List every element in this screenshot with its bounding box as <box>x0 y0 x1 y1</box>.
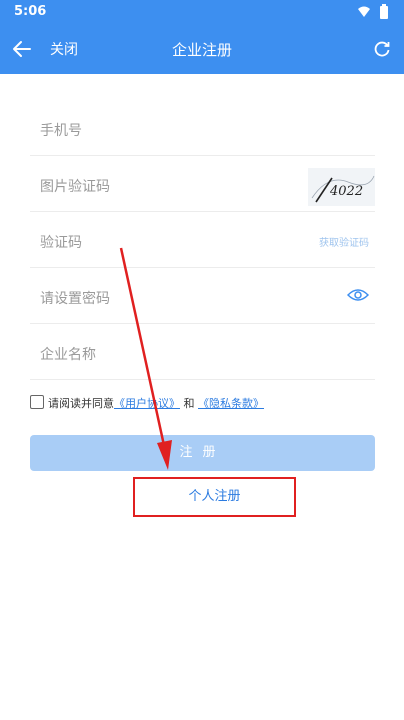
page-title: 企业注册 <box>171 41 232 59</box>
registration-form: 手机号 图片验证码 4022 验证码 获取验证码 请设置密码 企业名称 <box>30 100 375 380</box>
agreement-checkbox[interactable] <box>30 395 44 409</box>
phone-field[interactable]: 手机号 <box>30 100 375 156</box>
company-name-placeholder: 企业名称 <box>40 347 96 363</box>
agreement-and: 和 <box>183 397 195 410</box>
password-placeholder: 请设置密码 <box>40 291 110 307</box>
image-code-placeholder: 图片验证码 <box>40 179 110 195</box>
privacy-terms-link[interactable]: 《隐私条款》 <box>198 397 264 410</box>
phone-placeholder: 手机号 <box>40 123 82 139</box>
sms-code-placeholder: 验证码 <box>40 235 82 251</box>
wifi-battery-icon <box>358 4 388 19</box>
app-bar: 关闭 企业注册 <box>0 24 404 74</box>
status-bar: 5:06 <box>0 0 404 24</box>
eye-icon[interactable] <box>347 287 369 303</box>
refresh-icon[interactable] <box>372 39 392 59</box>
agreement-prefix: 请阅读并同意 <box>48 397 114 410</box>
register-button[interactable]: 注册 <box>30 435 375 471</box>
status-time: 5:06 <box>14 4 47 19</box>
password-field[interactable]: 请设置密码 <box>30 268 375 324</box>
get-code-button[interactable]: 获取验证码 <box>319 234 369 249</box>
agreement-row: 请阅读并同意《用户协议》 和 《隐私条款》 <box>30 394 375 414</box>
captcha-image[interactable]: 4022 <box>308 168 375 206</box>
sms-code-field[interactable]: 验证码 获取验证码 <box>30 212 375 268</box>
company-name-field[interactable]: 企业名称 <box>30 324 375 380</box>
user-agreement-link[interactable]: 《用户协议》 <box>114 397 180 410</box>
personal-register-button[interactable]: 个人注册 <box>133 477 296 517</box>
captcha-text: 4022 <box>329 184 363 199</box>
image-code-field[interactable]: 图片验证码 4022 <box>30 156 375 212</box>
